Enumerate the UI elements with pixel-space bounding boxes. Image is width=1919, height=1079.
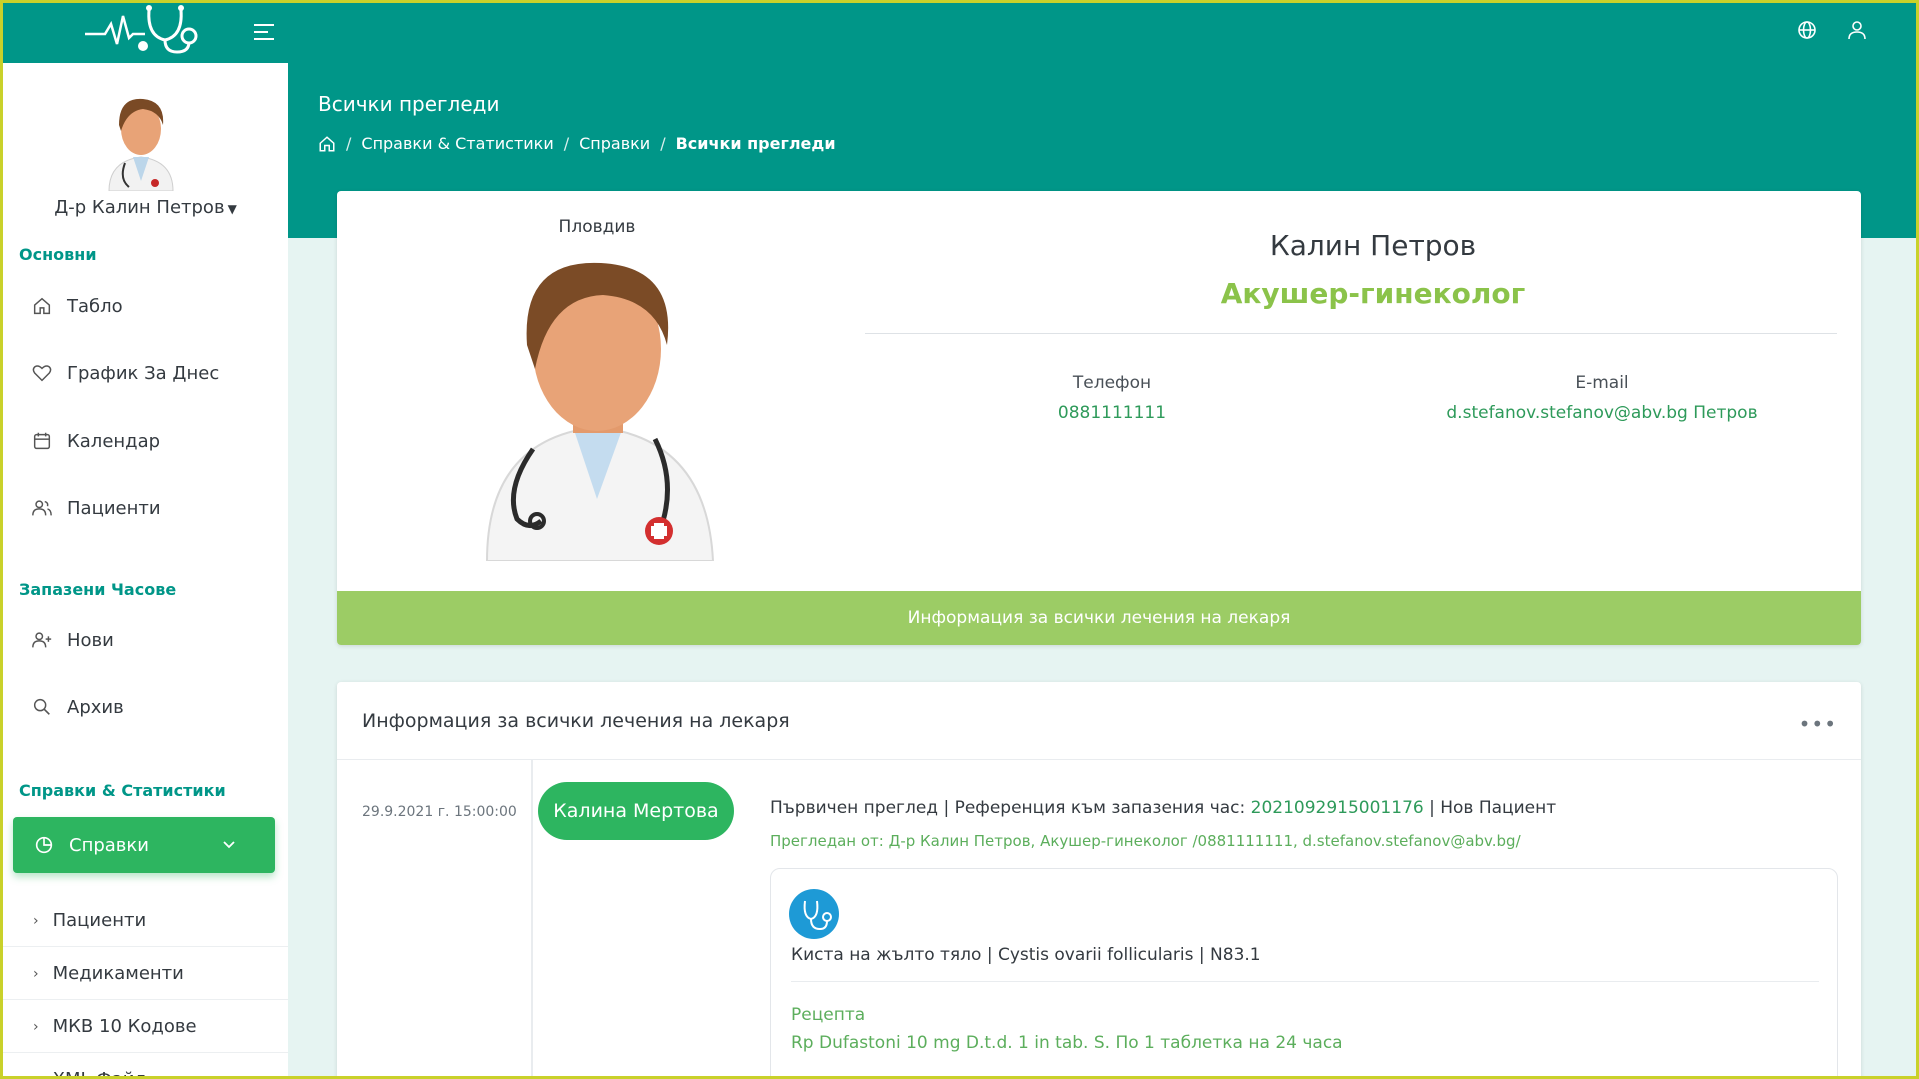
entry-title-suffix: | Нов Пациент — [1423, 798, 1557, 818]
chevron-right-icon: › — [33, 965, 39, 982]
sidebar-item-patients[interactable]: Пациенти — [31, 493, 161, 523]
treatments-card-header: Информация за всички лечения на лекаря — [337, 682, 1861, 760]
entry-title-prefix: Първичен преглед | Референция към запазе… — [770, 798, 1251, 818]
divider — [791, 981, 1819, 982]
users-icon — [32, 500, 52, 516]
search-icon — [33, 698, 50, 715]
section-title-main: Основни — [19, 245, 97, 264]
heartbeat-stethoscope-logo — [85, 5, 198, 54]
sidebar-subitem-label: МКВ 10 Кодове — [52, 1016, 197, 1037]
doctor-illustration — [485, 262, 715, 561]
caret-down-icon: ▼ — [227, 202, 237, 216]
chevron-down-icon — [223, 841, 235, 849]
diagnosis-box: Киста на жълто тяло | Cystis ovarii foll… — [770, 868, 1838, 1079]
sidebar-item-label: Архив — [67, 696, 124, 718]
phone-value: 0881111111 — [1057, 403, 1167, 423]
sidebar-item-label: Календар — [67, 430, 161, 452]
sidebar-item-reports[interactable]: Справки — [13, 817, 275, 873]
breadcrumb-reports-stats[interactable]: Справки & Статистики — [361, 134, 553, 153]
sidebar-item-label: Табло — [67, 295, 123, 317]
heart-icon — [32, 365, 52, 382]
chevron-right-icon: › — [33, 1018, 39, 1035]
treatments-card: Информация за всички лечения на лекаря •… — [337, 682, 1861, 1079]
user-plus-icon — [32, 632, 52, 648]
entry-date: 29.9.2021 г. 15:00:00 — [362, 804, 517, 820]
sidebar-subitem-medicines[interactable]: › Медикаменти — [3, 948, 288, 1000]
more-options-icon[interactable]: ••• — [1799, 712, 1837, 736]
email-value: d.stefanov.stefanov@abv.bg Петров — [1446, 403, 1758, 423]
sidebar-item-label: Справки — [69, 834, 149, 856]
doctor-city: Пловдив — [558, 217, 636, 237]
home-icon[interactable] — [318, 135, 336, 153]
sidebar-item-dashboard[interactable]: Табло — [31, 291, 123, 321]
doctor-specialty: Акушер-гинеколог — [1220, 277, 1526, 310]
section-title-reports: Справки & Статистики — [19, 781, 226, 800]
entry-examined-by: Прегледан от: Д-р Калин Петров, Акушер-г… — [770, 832, 1521, 850]
entry-title: Първичен преглед | Референция към запазе… — [770, 798, 1556, 818]
user-name: Д-р Калин Петров — [54, 197, 225, 218]
sidebar-item-today-schedule[interactable]: График За Днес — [31, 358, 219, 388]
sidebar-item-calendar[interactable]: Календар — [31, 426, 160, 456]
entry-reference[interactable]: 2021092915001176 — [1251, 798, 1424, 818]
breadcrumb-separator: / — [660, 134, 666, 153]
user-profile-dropdown[interactable]: Д-р Калин Петров ▼ — [3, 197, 288, 218]
sidebar-subitem-icd10[interactable]: › МКВ 10 Кодове — [3, 1001, 288, 1053]
page-title: Всички прегледи — [318, 92, 500, 116]
calendar-icon — [33, 432, 51, 450]
diagnosis-text: Киста на жълто тяло | Cystis ovarii foll… — [791, 945, 1261, 965]
sidebar-item-archive[interactable]: Архив — [31, 692, 124, 722]
breadcrumb-separator: / — [346, 134, 352, 153]
user-icon[interactable] — [1845, 18, 1869, 42]
patient-name-badge[interactable]: Калина Мертова — [538, 782, 734, 840]
sidebar-subitem-xml[interactable]: › XML Файл — [3, 1054, 288, 1079]
breadcrumb-reports[interactable]: Справки — [579, 134, 650, 153]
chevron-right-icon: › — [33, 912, 39, 929]
doctor-name: Калин Петров — [1269, 229, 1477, 262]
phone-label: Телефон — [1072, 373, 1152, 393]
divider — [865, 333, 1837, 334]
prescription-text: Rp Dufastoni 10 mg D.t.d. 1 in tab. S. П… — [791, 1033, 1343, 1053]
sidebar-subitem-label: Пациенти — [52, 910, 147, 931]
sidebar-item-label: Пациенти — [67, 497, 161, 519]
prescription-label: Рецепта — [791, 1005, 866, 1025]
treatments-info-button[interactable]: Информация за всички лечения на лекаря — [337, 591, 1861, 645]
sidebar-subitem-patients[interactable]: › Пациенти — [3, 895, 288, 947]
sidebar-item-label: Нови — [67, 629, 114, 651]
menu-toggle-icon[interactable] — [252, 20, 276, 44]
sidebar-item-new[interactable]: Нови — [31, 625, 114, 655]
breadcrumb: / Справки & Статистики / Справки / Всичк… — [318, 134, 836, 153]
home-icon — [33, 297, 51, 315]
section-title-appointments: Запазени Часове — [19, 580, 177, 599]
breadcrumb-current: Всички прегледи — [675, 134, 836, 153]
timeline-line — [531, 760, 533, 1079]
email-label: E-mail — [1575, 373, 1629, 393]
chevron-right-icon: › — [33, 1072, 39, 1079]
sidebar-subitem-label: Медикаменти — [52, 963, 184, 984]
doctor-profile-card: Пловдив Калин Петров Акушер-гинеколог Те… — [337, 191, 1861, 645]
globe-icon[interactable] — [1795, 18, 1819, 42]
treatments-card-title: Информация за всички лечения на лекаря — [362, 709, 790, 732]
stethoscope-icon — [789, 889, 839, 939]
breadcrumb-separator: / — [563, 134, 570, 153]
pie-chart-icon — [35, 836, 53, 854]
sidebar-subitem-label: XML Файл — [53, 1069, 146, 1079]
sidebar: Д-р Калин Петров ▼ Основни Табло График З… — [3, 63, 288, 1079]
sidebar-item-label: График За Днес — [67, 362, 220, 384]
doctor-avatar — [108, 98, 174, 191]
